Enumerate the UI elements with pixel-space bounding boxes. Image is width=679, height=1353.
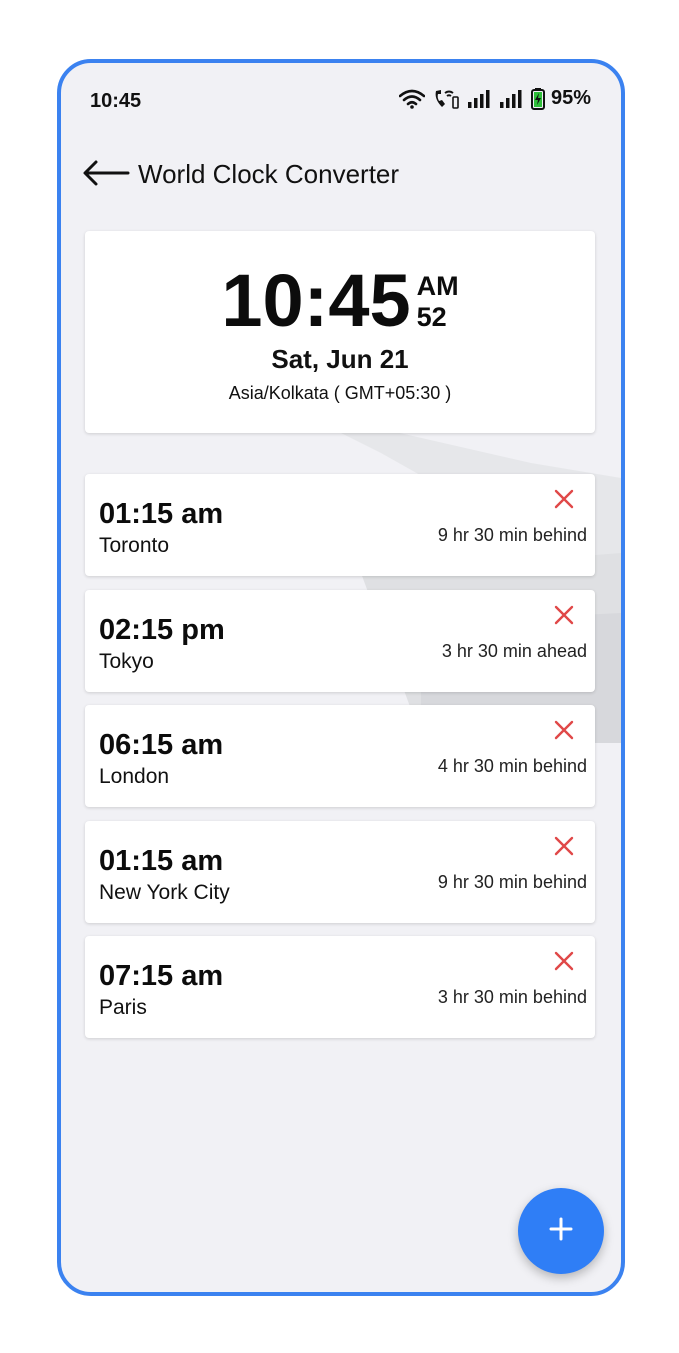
seconds-label: 52 bbox=[416, 302, 447, 332]
add-city-button[interactable] bbox=[518, 1188, 604, 1274]
am-pm-label: AM bbox=[416, 271, 459, 301]
city-time-difference: 3 hr 30 min behind bbox=[437, 987, 587, 1007]
current-time-card: 10:45 AM 52 Sat, Jun 21 Asia/Kolkata ( G… bbox=[85, 231, 595, 433]
close-icon[interactable] bbox=[553, 488, 575, 510]
arrow-left-icon[interactable] bbox=[81, 158, 131, 188]
city-name: Paris bbox=[99, 996, 147, 1019]
city-time: 06:15 am bbox=[99, 729, 224, 761]
city-time-difference: 3 hr 30 min ahead bbox=[441, 640, 587, 661]
battery-percent: 95% bbox=[550, 87, 591, 109]
wifi-calling-icon bbox=[433, 88, 459, 110]
close-icon[interactable] bbox=[553, 604, 575, 626]
city-card-new-york-city[interactable]: 01:15 am New York City 9 hr 30 min behin… bbox=[85, 820, 595, 923]
close-icon[interactable] bbox=[553, 835, 575, 857]
app-bar: World Clock Converter bbox=[61, 148, 621, 198]
city-name: Tokyo bbox=[99, 649, 154, 673]
close-icon[interactable] bbox=[553, 950, 575, 972]
current-date: Sat, Jun 21 bbox=[271, 344, 409, 374]
city-name: New York City bbox=[99, 880, 230, 904]
time-suffix: AM 52 bbox=[417, 271, 459, 333]
close-icon[interactable] bbox=[553, 719, 575, 741]
city-card-toronto[interactable]: 01:15 am Toronto 9 hr 30 min behind bbox=[85, 474, 595, 576]
battery-charging-icon bbox=[530, 87, 545, 110]
status-icons: 95% bbox=[398, 87, 591, 110]
signal-sim1-icon bbox=[467, 89, 491, 109]
city-card-london[interactable]: 06:15 am London 4 hr 30 min behind bbox=[85, 705, 595, 807]
status-bar: 10:45 95% bbox=[61, 63, 621, 135]
city-time: 07:15 am bbox=[99, 960, 224, 992]
plus-icon bbox=[548, 1216, 574, 1247]
current-timezone: Asia/Kolkata ( GMT+05:30 ) bbox=[228, 383, 452, 403]
city-list: 01:15 am Toronto 9 hr 30 min behind 02:1… bbox=[85, 474, 595, 1052]
city-card-paris[interactable]: 07:15 am Paris 3 hr 30 min behind bbox=[85, 936, 595, 1038]
city-name: Toronto bbox=[99, 534, 170, 557]
current-time: 10:45 bbox=[221, 259, 411, 342]
city-time: 01:15 am bbox=[99, 498, 224, 530]
city-name: London bbox=[99, 765, 170, 788]
city-time-difference: 9 hr 30 min behind bbox=[437, 525, 587, 545]
current-time-display: 10:45 AM 52 bbox=[85, 261, 595, 341]
status-time: 10:45 bbox=[90, 90, 142, 112]
city-time-difference: 4 hr 30 min behind bbox=[437, 756, 587, 776]
city-time-difference: 9 hr 30 min behind bbox=[437, 871, 587, 892]
phone-screen: 10:45 95% World Clock Converter 10:45 AM… bbox=[57, 59, 625, 1296]
city-time: 01:15 am bbox=[99, 844, 224, 877]
page-title: World Clock Converter bbox=[138, 159, 400, 189]
city-time: 02:15 pm bbox=[99, 613, 225, 646]
signal-sim2-icon bbox=[499, 89, 523, 109]
city-card-tokyo[interactable]: 02:15 pm Tokyo 3 hr 30 min ahead bbox=[85, 589, 595, 692]
wifi-icon bbox=[398, 89, 425, 109]
